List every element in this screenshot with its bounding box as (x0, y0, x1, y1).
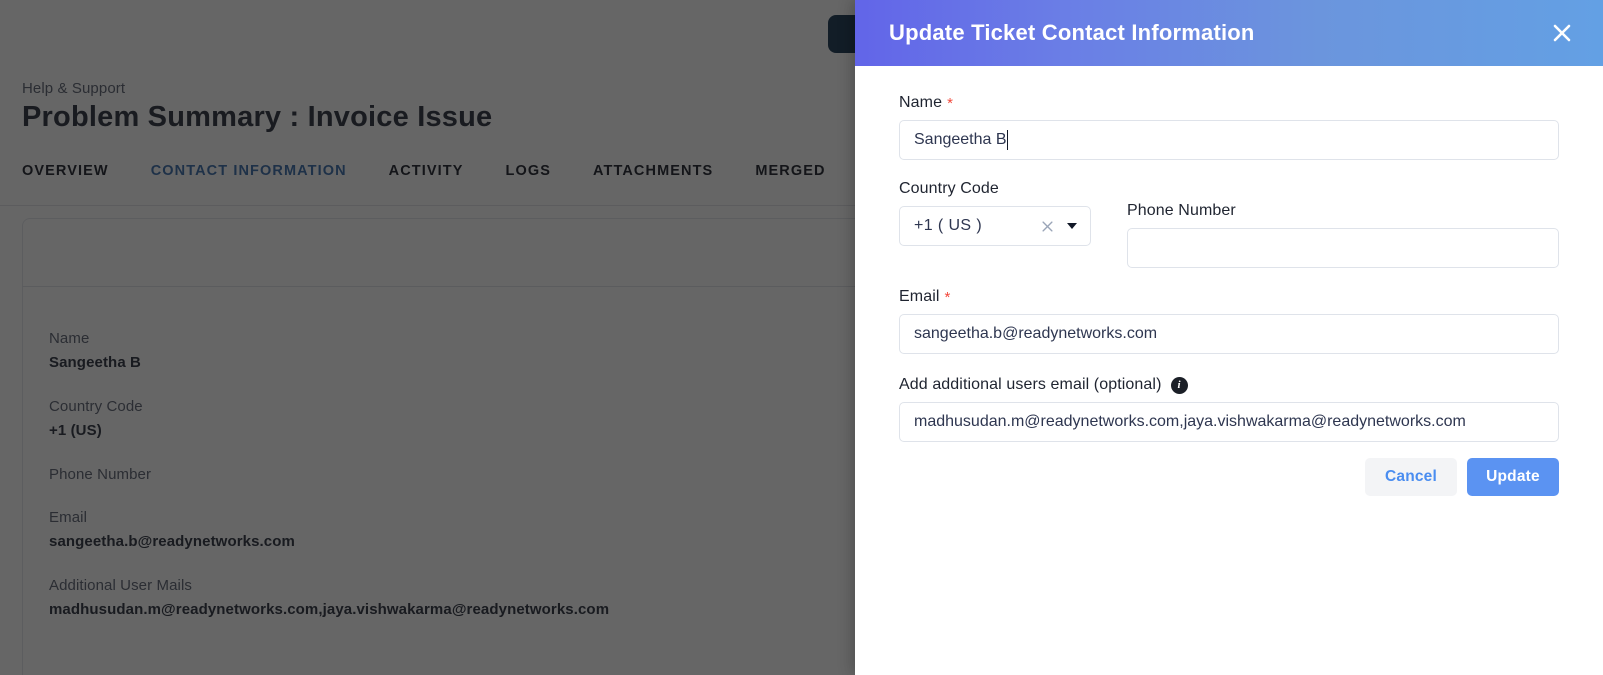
modal-body: Name * Country Code +1 ( US ) (855, 66, 1603, 442)
additional-emails-input[interactable] (899, 402, 1559, 442)
name-input-wrapper (899, 120, 1559, 160)
phone-number-input[interactable] (1127, 228, 1559, 268)
country-code-value: +1 ( US ) (914, 217, 983, 234)
close-icon[interactable] (1545, 16, 1579, 50)
email-field-group: Email * (899, 288, 1559, 354)
name-label: Name * (899, 94, 1559, 112)
email-label-text: Email (899, 288, 940, 305)
email-label: Email * (899, 288, 1559, 306)
update-button[interactable]: Update (1467, 458, 1559, 496)
email-input[interactable] (899, 314, 1559, 354)
name-label-text: Name (899, 94, 943, 111)
country-code-field-group: Country Code +1 ( US ) (899, 180, 1091, 268)
update-contact-modal: Update Ticket Contact Information Name * (855, 0, 1603, 675)
info-icon[interactable]: i (1170, 376, 1188, 394)
required-asterisk: * (944, 288, 951, 306)
required-asterisk: * (947, 94, 954, 112)
modal-actions: Cancel Update (855, 442, 1603, 496)
chevron-down-icon[interactable] (1062, 216, 1082, 236)
phone-number-label: Phone Number (1127, 202, 1236, 219)
additional-emails-label: Add additional users email (optional) i (899, 376, 1559, 394)
modal-header: Update Ticket Contact Information (855, 0, 1603, 66)
modal-title: Update Ticket Contact Information (889, 20, 1255, 45)
country-code-label: Country Code (899, 180, 999, 197)
screen: Help & Support Problem Summary : Invoice… (0, 0, 1603, 675)
cancel-button[interactable]: Cancel (1365, 458, 1457, 496)
additional-emails-field-group: Add additional users email (optional) i (899, 376, 1559, 442)
name-input[interactable] (899, 120, 1559, 160)
phone-number-field-group: Phone Number (1127, 180, 1559, 268)
text-caret (1006, 130, 1008, 150)
name-field-group: Name * (899, 94, 1559, 160)
country-code-select[interactable]: +1 ( US ) (899, 206, 1091, 246)
close-small-icon[interactable] (1036, 215, 1058, 237)
country-phone-row: Country Code +1 ( US ) Phone Number (899, 180, 1559, 268)
additional-emails-label-text: Add additional users email (optional) (899, 376, 1162, 393)
